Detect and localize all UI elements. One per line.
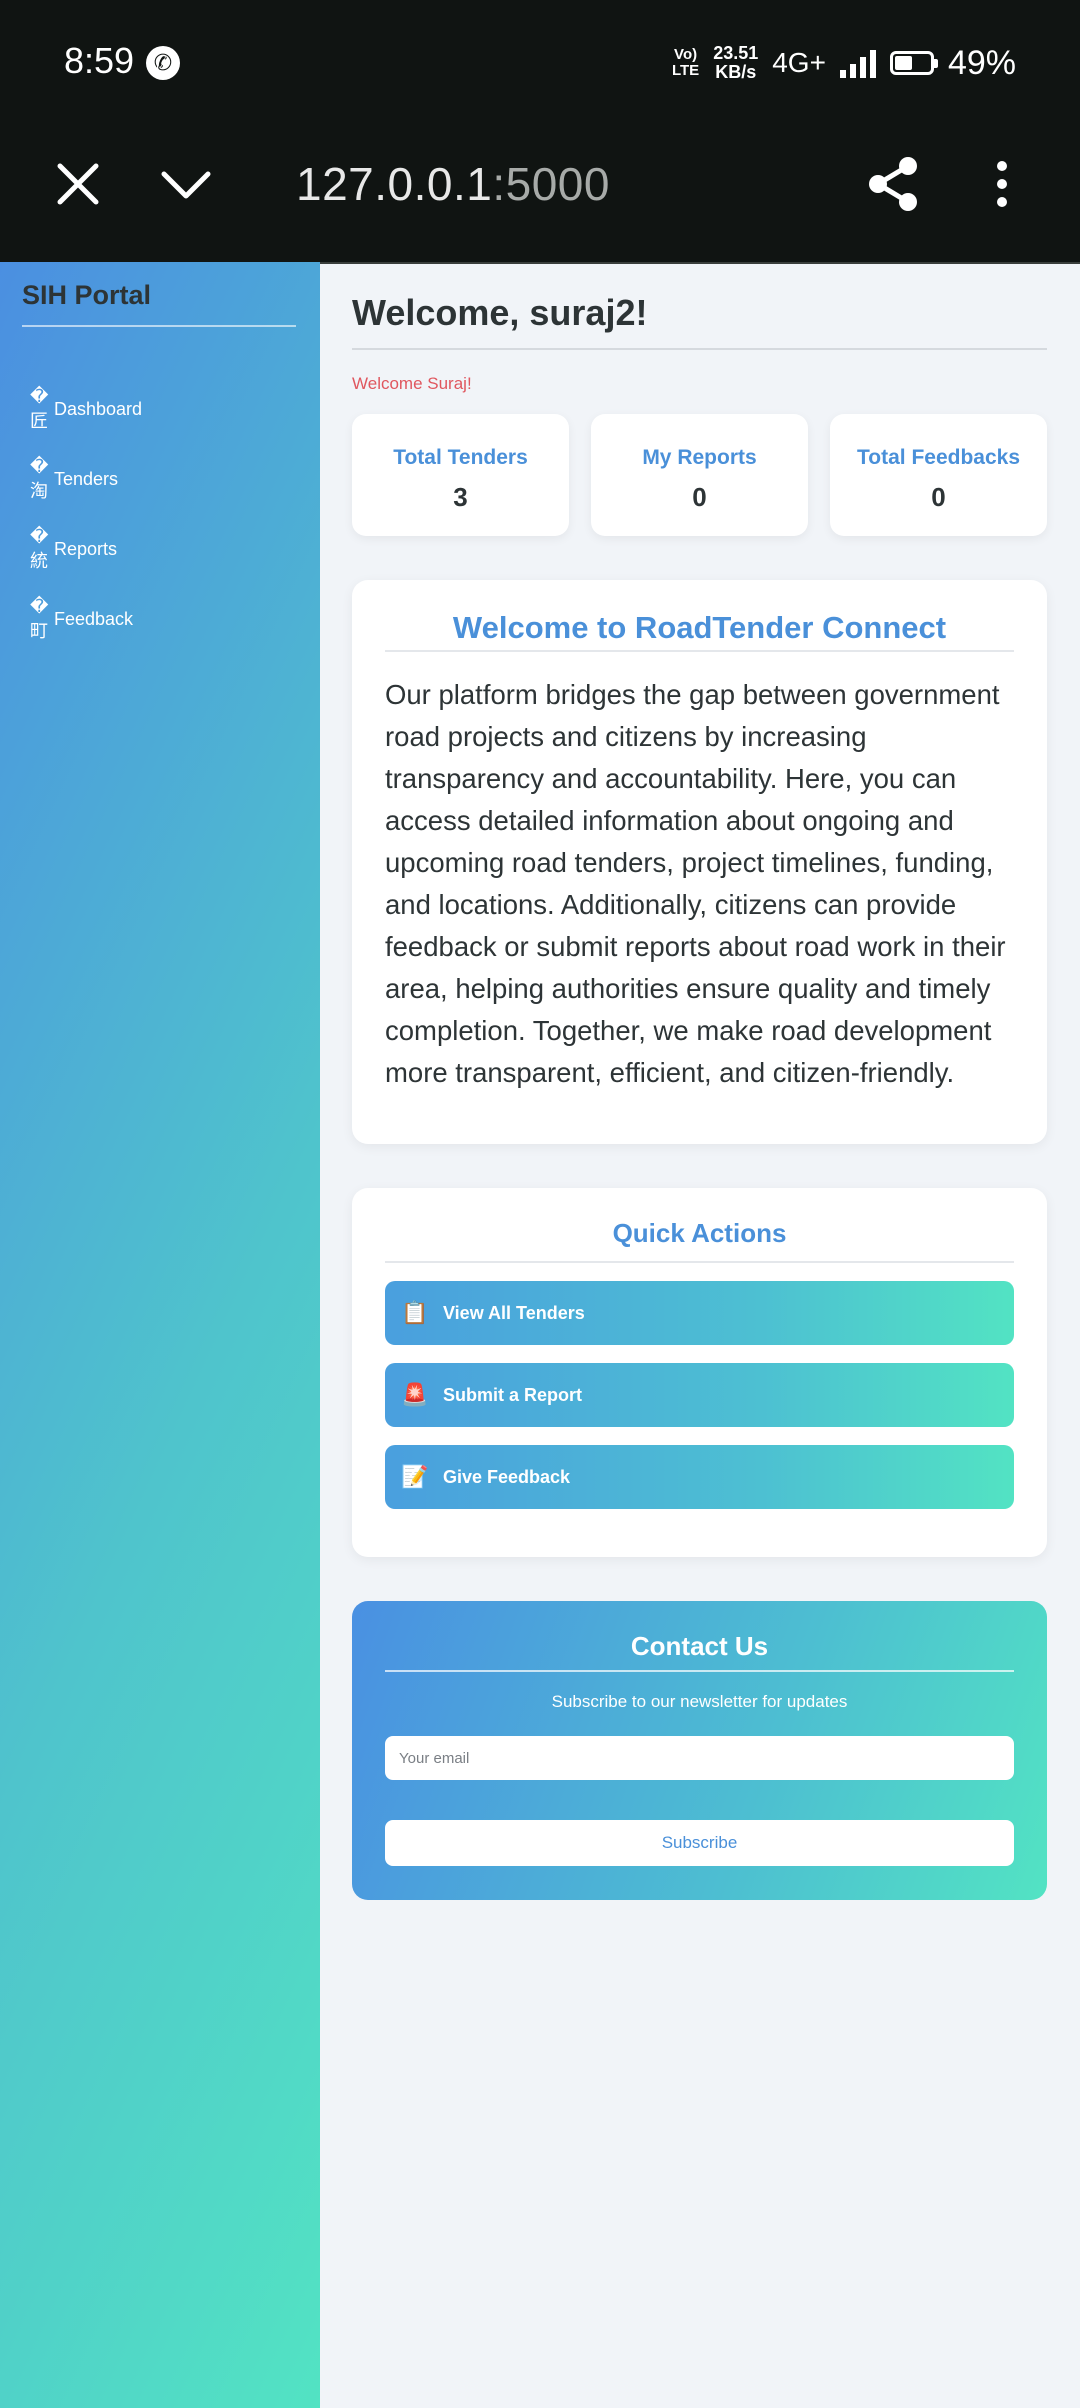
stat-card-total-feedbacks: Total Feedbacks 0 [830,414,1047,536]
network-speed: 23.51 KB/s [713,43,759,82]
more-vert-icon[interactable] [990,156,1014,212]
stat-card-total-tenders: Total Tenders 3 [352,414,569,536]
signal-icon [839,48,876,78]
sidebar-title: SIH Portal [22,280,296,327]
battery-percent: 49% [947,43,1016,82]
sidebar-item-reports[interactable]: �統 Reports [30,514,300,584]
network-type: 4G+ [772,47,826,78]
flash-message: Welcome Suraj! [352,374,472,393]
sidebar-item-dashboard[interactable]: �匠 Dashboard [30,374,300,444]
battery-level-fill [894,56,912,70]
status-bar: 8:59 ✆ Vo) LTE 23.51 KB/s 4G+ 49% [0,0,1080,126]
stat-value: 0 [692,482,707,512]
dashboard-icon: �匠 [30,385,49,431]
reports-icon: �統 [30,525,49,571]
intro-text: Our platform bridges the gap between gov… [385,679,1006,1088]
sidebar-item-label: Reports [54,538,118,559]
main-content: Welcome, suraj2! Welcome Suraj! Total Te… [352,262,1047,1900]
stats-row: Total Tenders 3 My Reports 0 Total Feedb… [352,414,1047,536]
url-port: :5000 [492,158,610,210]
email-field[interactable] [385,1736,1014,1780]
battery-icon [889,51,938,75]
wifi-call-icon: ✆ [146,46,180,80]
chevron-down-icon[interactable] [158,156,214,212]
contact-title: Contact Us [385,1631,1014,1672]
memo-icon: 📝 [401,1464,429,1489]
sidebar-item-label: Tenders [54,468,119,489]
sidebar-item-label: Dashboard [54,398,143,419]
clipboard-icon: 📋 [401,1300,429,1325]
volte-indicator: Vo) LTE [671,46,700,79]
contact-subtitle: Subscribe to our newsletter for updates [551,1692,848,1711]
feedback-icon: �町 [30,595,49,641]
sidebar-item-feedback[interactable]: �町 Feedback [30,584,300,654]
url-bar[interactable]: 127.0.0.1:5000 [296,156,610,212]
tenders-icon: �淘 [30,455,49,501]
share-icon[interactable] [862,152,926,216]
button-label: View All Tenders [443,1302,585,1323]
submit-report-button[interactable]: 🚨 Submit a Report [385,1363,1014,1427]
stat-label: My Reports [642,446,757,469]
stat-card-my-reports: My Reports 0 [591,414,808,536]
quick-actions-title: Quick Actions [385,1218,1014,1263]
status-time: 8:59 [64,40,135,81]
sidebar-item-tenders[interactable]: �淘 Tenders [30,444,300,514]
intro-card: Welcome to RoadTender Connect Our platfo… [352,580,1047,1144]
page-title: Welcome, suraj2! [352,292,1047,350]
close-icon[interactable] [50,156,106,212]
stat-value: 0 [931,482,946,512]
subscribe-button[interactable]: Subscribe [385,1820,1014,1866]
url-host: 127.0.0.1 [296,158,493,210]
button-label: Give Feedback [443,1466,571,1487]
status-indicators: Vo) LTE 23.51 KB/s 4G+ 49% [672,38,1016,88]
siren-icon: 🚨 [401,1382,429,1407]
quick-actions-card: Quick Actions 📋 View All Tenders 🚨 Submi… [352,1188,1047,1557]
contact-card: Contact Us Subscribe to our newsletter f… [352,1601,1047,1900]
sidebar: SIH Portal �匠 Dashboard �淘 Tenders �統 Re… [0,262,320,2408]
give-feedback-button[interactable]: 📝 Give Feedback [385,1445,1014,1509]
button-label: Submit a Report [443,1384,583,1405]
sidebar-nav: �匠 Dashboard �淘 Tenders �統 Reports �町 Fe… [30,374,300,654]
browser-toolbar: 127.0.0.1:5000 [0,126,1080,264]
view-all-tenders-button[interactable]: 📋 View All Tenders [385,1281,1014,1345]
sidebar-item-label: Feedback [54,608,134,629]
intro-title: Welcome to RoadTender Connect [385,610,1014,652]
stat-value: 3 [453,482,468,512]
stat-label: Total Tenders [393,446,528,469]
stat-label: Total Feedbacks [857,446,1020,469]
